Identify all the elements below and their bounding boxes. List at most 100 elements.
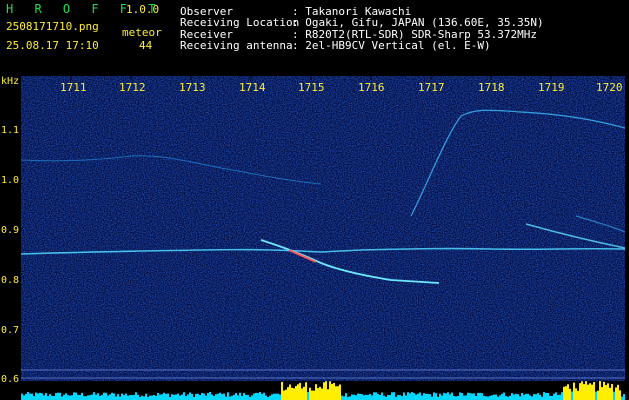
level-bar xyxy=(253,393,255,400)
level-bar xyxy=(481,393,483,400)
level-bar xyxy=(255,392,257,400)
level-bar xyxy=(329,381,331,400)
level-bar xyxy=(213,396,215,400)
level-bar xyxy=(121,393,123,400)
level-bar xyxy=(579,383,581,400)
level-bar xyxy=(603,381,605,400)
level-bar xyxy=(527,393,529,400)
level-bar xyxy=(403,392,405,400)
level-bar xyxy=(359,393,361,400)
level-bar xyxy=(509,395,511,400)
level-bar xyxy=(361,394,363,400)
y-unit-label: kHz xyxy=(1,76,20,87)
x-tick-1720: 1720 xyxy=(596,81,623,94)
level-bar xyxy=(551,396,553,400)
level-bar xyxy=(135,392,137,400)
level-bar xyxy=(209,392,211,400)
level-bar xyxy=(599,381,601,400)
level-bar xyxy=(511,393,513,400)
level-bar xyxy=(129,395,131,400)
level-bar xyxy=(29,393,31,400)
level-bar xyxy=(105,392,107,400)
level-bar xyxy=(465,395,467,400)
level-bar xyxy=(565,386,567,400)
level-bar xyxy=(529,395,531,400)
x-tick-1713: 1713 xyxy=(179,81,206,94)
level-bar xyxy=(341,395,343,400)
level-bar xyxy=(91,394,93,400)
level-bar xyxy=(421,395,423,400)
level-bar xyxy=(317,388,319,400)
level-bar xyxy=(363,395,365,400)
level-bar xyxy=(239,392,241,400)
version-label: 1.0.0 xyxy=(126,3,160,16)
level-bar xyxy=(243,392,245,400)
level-bar xyxy=(151,395,153,400)
x-tick-1717: 1717 xyxy=(418,81,445,94)
y-tick-1.0: 1.0 xyxy=(1,175,20,186)
level-bar xyxy=(617,384,619,400)
level-bar xyxy=(615,387,617,400)
level-bar xyxy=(115,396,117,400)
level-bar xyxy=(27,392,29,400)
x-tick-1714: 1714 xyxy=(239,81,266,94)
level-bar xyxy=(435,393,437,400)
level-bar xyxy=(45,393,47,400)
level-bar xyxy=(31,393,33,400)
level-bar xyxy=(293,388,295,400)
level-bar xyxy=(97,393,99,400)
level-bar xyxy=(493,394,495,400)
level-bar xyxy=(335,386,337,400)
level-bar xyxy=(549,395,551,400)
y-tick-0.7: 0.7 xyxy=(1,325,20,336)
level-bar xyxy=(251,395,253,400)
level-bar xyxy=(371,395,373,400)
level-bar xyxy=(39,392,41,400)
level-bar xyxy=(333,382,335,400)
level-bar xyxy=(67,395,69,400)
level-bar xyxy=(591,384,593,400)
level-bar xyxy=(441,395,443,400)
level-bar xyxy=(217,393,219,400)
level-bar xyxy=(321,388,323,400)
level-bar xyxy=(605,385,607,400)
level-bar xyxy=(555,392,557,400)
antenna-label: Receiving antenna xyxy=(180,39,293,52)
level-bar xyxy=(581,381,583,400)
level-bar xyxy=(137,394,139,400)
level-bar xyxy=(311,390,313,400)
level-bar xyxy=(427,393,429,400)
level-bar xyxy=(535,394,537,400)
level-bar xyxy=(463,395,465,400)
level-bar xyxy=(307,391,309,400)
level-bar xyxy=(449,394,451,400)
level-bar xyxy=(275,393,277,400)
level-bar xyxy=(415,394,417,400)
level-bar xyxy=(133,394,135,400)
level-bar xyxy=(391,392,393,400)
level-bar xyxy=(53,395,55,400)
level-bar xyxy=(593,382,595,400)
level-bar xyxy=(377,393,379,400)
level-bar xyxy=(545,393,547,400)
x-tick-1719: 1719 xyxy=(538,81,565,94)
level-bar xyxy=(491,395,493,400)
level-bar xyxy=(439,393,441,400)
level-bar xyxy=(623,394,625,400)
level-bar xyxy=(327,389,329,400)
level-bar xyxy=(559,394,561,400)
level-bar xyxy=(429,394,431,400)
level-bar xyxy=(315,384,317,400)
level-bar xyxy=(567,384,569,400)
level-bar xyxy=(345,393,347,400)
level-bar xyxy=(47,396,49,400)
level-bar xyxy=(393,392,395,400)
level-bar xyxy=(543,392,545,400)
level-bar xyxy=(271,394,273,400)
level-bar xyxy=(273,393,275,400)
level-bar xyxy=(595,391,597,400)
level-bar xyxy=(411,392,413,400)
y-tick-0.8: 0.8 xyxy=(1,275,20,286)
level-bar xyxy=(557,394,559,400)
level-bar xyxy=(383,395,385,400)
